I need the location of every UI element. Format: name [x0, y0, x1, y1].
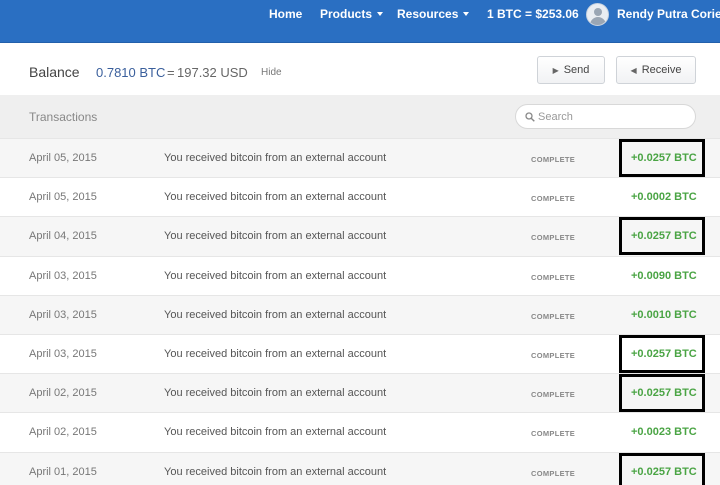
- user-avatar-icon[interactable]: [586, 3, 609, 26]
- transaction-date: April 03, 2015: [29, 269, 97, 282]
- top-navigation-bar: Home Products Resources 1 BTC = $253.06 …: [0, 0, 720, 43]
- user-menu[interactable]: Rendy Putra Corie: [617, 7, 720, 21]
- transaction-amount: +0.0257 BTC: [631, 465, 697, 478]
- transaction-description: You received bitcoin from an external ac…: [164, 426, 387, 439]
- transactions-list: April 05, 2015 You received bitcoin from …: [0, 138, 720, 485]
- btc-rate: 1 BTC = $253.06: [487, 7, 579, 21]
- transaction-amount: +0.0023 BTC: [631, 426, 697, 439]
- transactions-title: Transactions: [29, 110, 98, 124]
- transaction-date: April 04, 2015: [29, 230, 97, 243]
- transaction-date: April 02, 2015: [29, 426, 97, 439]
- transaction-status-badge: COMPLETE: [531, 350, 576, 360]
- search-icon: [525, 112, 535, 122]
- send-button-label: Send: [563, 64, 590, 76]
- transaction-date: April 03, 2015: [29, 308, 97, 321]
- transaction-row[interactable]: April 01, 2015 You received bitcoin from …: [0, 451, 720, 485]
- nav-resources-menu[interactable]: Resources: [397, 7, 470, 21]
- transaction-row[interactable]: April 03, 2015 You received bitcoin from …: [0, 333, 720, 374]
- arrow-left-icon: ◀: [630, 65, 637, 75]
- transaction-amount: +0.0257 BTC: [631, 347, 697, 360]
- nav-products-label: Products: [320, 7, 373, 21]
- search-input[interactable]: [538, 108, 688, 126]
- transaction-amount: +0.0257 BTC: [631, 387, 697, 400]
- nav-resources-label: Resources: [397, 7, 459, 21]
- transaction-status-badge: COMPLETE: [531, 429, 576, 439]
- transaction-status-badge: COMPLETE: [531, 468, 576, 478]
- transaction-amount: +0.0257 BTC: [631, 152, 697, 164]
- transaction-description: You received bitcoin from an external ac…: [164, 152, 387, 164]
- balance-btc-value: 0.7810 BTC: [96, 65, 166, 80]
- chevron-down-icon: [377, 11, 384, 16]
- transaction-amount: +0.0002 BTC: [631, 191, 697, 204]
- transaction-description: You received bitcoin from an external ac…: [164, 347, 387, 360]
- transaction-row[interactable]: April 03, 2015 You received bitcoin from …: [0, 294, 720, 334]
- balance-label: Balance: [29, 64, 80, 80]
- transaction-description: You received bitcoin from an external ac…: [164, 387, 387, 400]
- transaction-amount: +0.0090 BTC: [631, 269, 697, 282]
- transaction-description: You received bitcoin from an external ac…: [164, 191, 387, 204]
- balance-equals-sign: =: [167, 65, 175, 80]
- send-button[interactable]: ▶ Send: [537, 56, 605, 84]
- search-box[interactable]: [515, 104, 696, 129]
- transaction-date: April 02, 2015: [29, 387, 97, 400]
- transaction-description: You received bitcoin from an external ac…: [164, 308, 387, 321]
- balance-usd-value: 197.32 USD: [177, 65, 248, 80]
- transaction-row[interactable]: April 02, 2015 You received bitcoin from …: [0, 373, 720, 413]
- balance-bar: Balance 0.7810 BTC = 197.32 USD Hide ▶ S…: [0, 43, 720, 95]
- hide-balance-link[interactable]: Hide: [261, 67, 282, 78]
- transactions-header: Transactions: [0, 95, 720, 138]
- transaction-status-badge: COMPLETE: [531, 155, 576, 164]
- user-name: Rendy Putra Corie: [617, 7, 720, 21]
- avatar-head-shape: [594, 8, 602, 16]
- transaction-row[interactable]: April 02, 2015 You received bitcoin from …: [0, 412, 720, 452]
- transaction-amount: +0.0257 BTC: [631, 230, 697, 243]
- transaction-row[interactable]: April 04, 2015 You received bitcoin from …: [0, 216, 720, 256]
- transaction-description: You received bitcoin from an external ac…: [164, 269, 387, 282]
- nav-products-menu[interactable]: Products: [320, 7, 384, 21]
- transaction-status-badge: COMPLETE: [531, 311, 576, 321]
- transaction-date: April 03, 2015: [29, 347, 97, 360]
- chevron-down-icon: [463, 11, 470, 16]
- transaction-description: You received bitcoin from an external ac…: [164, 230, 387, 243]
- transaction-status-badge: COMPLETE: [531, 390, 576, 400]
- transaction-status-badge: COMPLETE: [531, 194, 576, 204]
- transaction-amount: +0.0010 BTC: [631, 308, 697, 321]
- transaction-row[interactable]: April 05, 2015 You received bitcoin from …: [0, 177, 720, 217]
- transaction-date: April 01, 2015: [29, 465, 97, 478]
- transaction-status-badge: COMPLETE: [531, 272, 576, 282]
- receive-button[interactable]: ◀ Receive: [616, 56, 696, 84]
- transaction-description: You received bitcoin from an external ac…: [164, 465, 387, 478]
- arrow-right-icon: ▶: [552, 65, 559, 75]
- transaction-status-badge: COMPLETE: [531, 233, 576, 243]
- receive-button-label: Receive: [641, 64, 682, 76]
- transaction-date: April 05, 2015: [29, 191, 97, 204]
- avatar-body-shape: [590, 17, 606, 25]
- nav-home-link[interactable]: Home: [269, 7, 302, 21]
- transaction-row[interactable]: April 05, 2015 You received bitcoin from …: [0, 138, 720, 178]
- transaction-date: April 05, 2015: [29, 152, 97, 164]
- transaction-row[interactable]: April 03, 2015 You received bitcoin from …: [0, 255, 720, 295]
